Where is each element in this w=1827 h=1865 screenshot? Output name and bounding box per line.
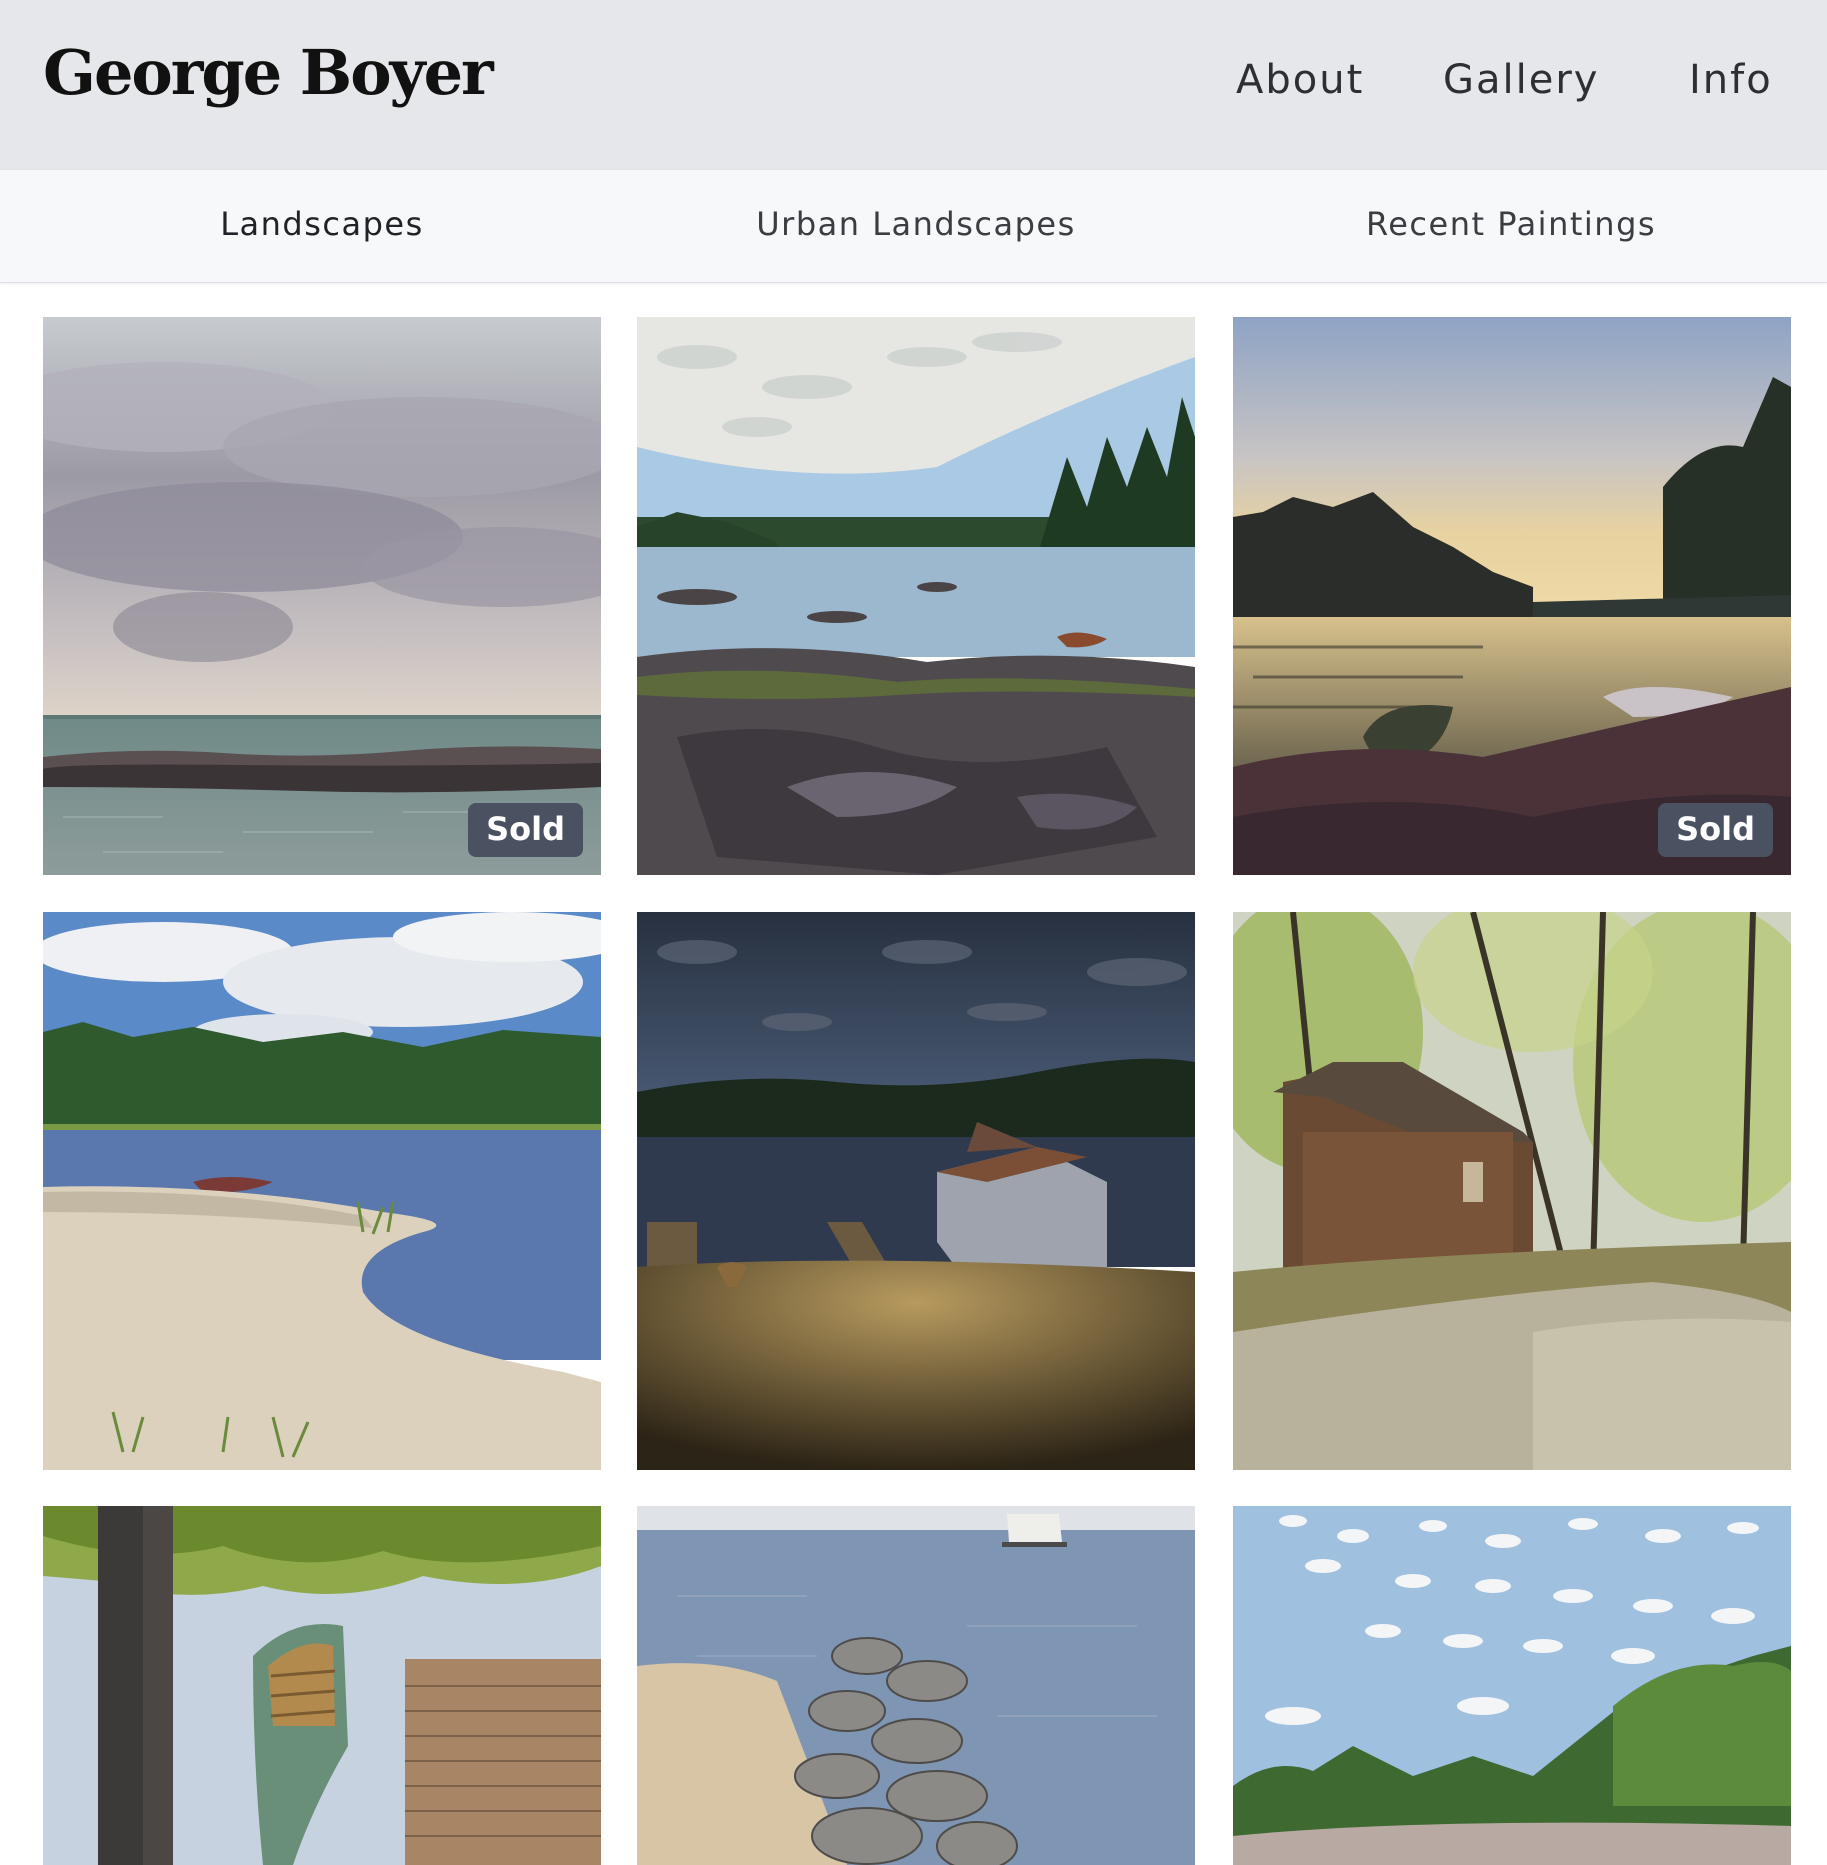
tab-landscapes[interactable]: Landscapes [220,208,424,240]
painting-tile[interactable]: Sold [1233,317,1791,875]
nav-gallery-link[interactable]: Gallery [1443,60,1599,100]
nav-about-link[interactable]: About [1236,60,1364,100]
painting-image [637,912,1195,1470]
painting-tile[interactable] [1233,912,1791,1470]
sold-badge: Sold [468,803,583,857]
painting-tile[interactable]: Sold [43,317,601,875]
painting-image [1233,912,1791,1470]
gallery-category-nav: Landscapes Urban Landscapes Recent Paint… [0,170,1827,283]
painting-tile[interactable] [43,1506,601,1865]
painting-tile[interactable] [43,912,601,1470]
site-logo[interactable]: George Boyer [43,42,494,104]
painting-image [43,317,601,875]
nav-info-link[interactable]: Info [1689,60,1773,100]
tab-urban-landscapes[interactable]: Urban Landscapes [756,208,1076,240]
painting-image [1233,317,1791,875]
painting-tile[interactable] [637,317,1195,875]
painting-tile[interactable] [637,1506,1195,1865]
painting-tile[interactable] [637,912,1195,1470]
painting-image [1233,1506,1791,1865]
sold-badge: Sold [1658,803,1773,857]
tab-recent-paintings[interactable]: Recent Paintings [1366,208,1656,240]
site-header: George Boyer About Gallery Info [0,0,1827,170]
painting-tile[interactable] [1233,1506,1791,1865]
painting-image [43,1506,601,1865]
painting-image [637,317,1195,875]
painting-image [43,912,601,1470]
painting-image [637,1506,1195,1865]
